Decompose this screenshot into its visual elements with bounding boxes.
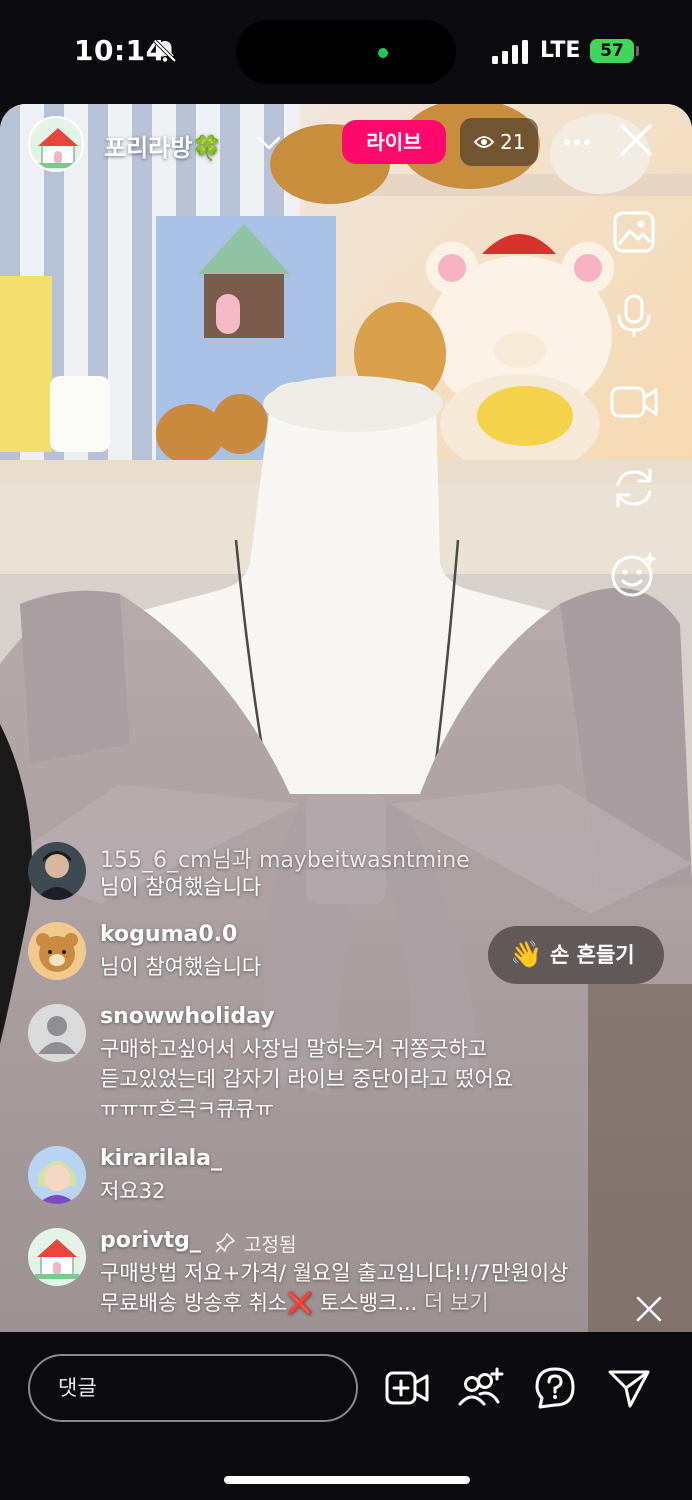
wave-button[interactable]: 👋 손 흔들기	[488, 926, 664, 984]
comment-username: porivtg_	[100, 1228, 201, 1253]
battery-tip	[636, 46, 639, 56]
home-indicator[interactable]	[224, 1476, 470, 1484]
gallery-icon[interactable]	[608, 206, 660, 258]
network-label: LTE	[540, 38, 581, 63]
battery-level: 57	[590, 39, 634, 63]
wave-label: 손 흔들기	[550, 943, 635, 967]
video-camera-icon[interactable]	[608, 376, 660, 428]
status-bar: 10:14 LTE 57	[0, 0, 692, 104]
bottom-bar	[0, 1332, 692, 1500]
bell-slash-icon	[153, 39, 177, 63]
add-guest-icon[interactable]	[458, 1366, 504, 1410]
comment-text: 저요32	[100, 1179, 166, 1203]
dynamic-island	[236, 20, 456, 84]
signal-icon	[492, 40, 528, 64]
comment-username: koguma0.0	[100, 922, 238, 947]
see-more-link[interactable]: 더 보기	[424, 1291, 489, 1315]
close-icon[interactable]	[618, 122, 654, 158]
more-icon[interactable]	[562, 132, 592, 152]
viewer-count: 21	[500, 130, 526, 154]
chevron-down-icon[interactable]	[256, 132, 282, 154]
comment-text: 님이 참여했습니다	[100, 955, 262, 979]
comment-text: 님이 참여했습니다	[100, 875, 262, 899]
comment-feed[interactable]: 155_6_cm님과 maybeitwasntmine 님이 참여했습니다 ko…	[0, 842, 692, 1332]
clover-emoji: 🍀	[192, 134, 223, 162]
microphone-icon[interactable]	[608, 290, 660, 342]
comment-avatar[interactable]	[28, 922, 86, 980]
comment-username: 155_6_cm님과 maybeitwasntmine	[100, 848, 470, 873]
send-icon[interactable]	[606, 1366, 652, 1410]
comment-username: kirarilala_	[100, 1146, 223, 1171]
live-badge: 라이브	[342, 120, 446, 164]
comment-text: 구매하고싶어서 사장님 말하는거 귀쫑긋하고 듣고있었는데 갑자기 라이브 중단…	[100, 1037, 514, 1121]
comment-avatar[interactable]	[28, 1004, 86, 1062]
comment-username: snowwholiday	[100, 1004, 275, 1029]
comment-avatar[interactable]	[28, 1228, 86, 1286]
flip-camera-icon[interactable]	[608, 462, 660, 514]
pin-icon	[215, 1233, 235, 1253]
comment-text: 구매방법 저요+가격/ 월요일 출고입니다!!/7만원이상 무료배송 방송후 취…	[100, 1261, 569, 1315]
comment-avatar[interactable]	[28, 842, 86, 900]
viewer-count-badge[interactable]: 21	[460, 118, 538, 166]
host-avatar[interactable]	[28, 116, 84, 172]
question-icon[interactable]	[532, 1366, 578, 1410]
comment-avatar[interactable]	[28, 1146, 86, 1204]
live-video[interactable]: 포리라방🍀 라이브 21 155_6_cm님과 maybeitwasntmine…	[0, 104, 692, 1332]
effects-icon[interactable]	[608, 548, 660, 600]
close-pinned-icon[interactable]	[634, 1294, 664, 1324]
host-name[interactable]: 포리라방🍀	[104, 128, 222, 163]
eye-icon	[474, 136, 494, 148]
add-video-icon[interactable]	[384, 1366, 430, 1410]
live-header: 포리라방🍀 라이브 21	[0, 104, 692, 184]
wave-hand-emoji: 👋	[510, 940, 543, 970]
comment-input[interactable]	[28, 1354, 358, 1422]
